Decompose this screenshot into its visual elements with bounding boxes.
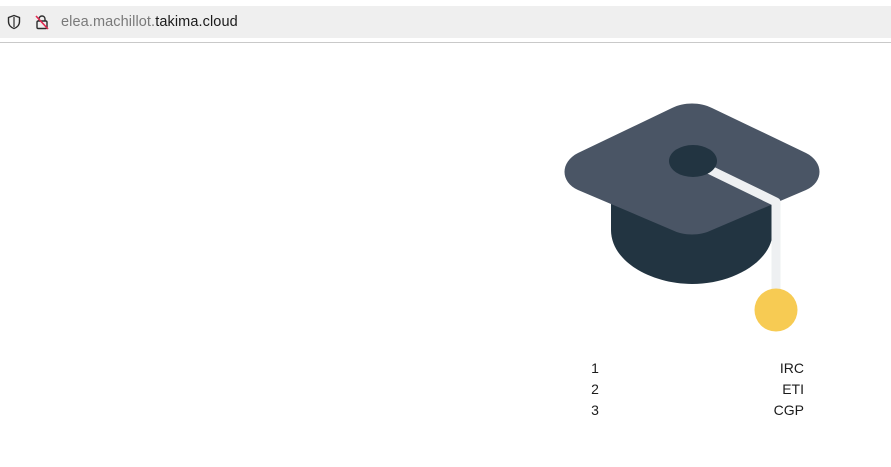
cap-tassel xyxy=(754,288,798,332)
rank-cell: 3 xyxy=(591,402,599,418)
school-cell: ETI xyxy=(782,381,804,397)
address-bar[interactable]: elea.machillot.takima.cloud xyxy=(0,6,891,38)
cap-button xyxy=(669,145,717,177)
school-cell: CGP xyxy=(773,402,804,418)
url-subdomain: elea.machillot. xyxy=(61,14,156,30)
table-row: 3 CGP xyxy=(560,400,830,421)
table-row: 1 IRC xyxy=(560,358,830,379)
url-text[interactable]: elea.machillot.takima.cloud xyxy=(61,14,238,30)
rank-cell: 2 xyxy=(591,381,599,397)
graduation-cap-icon xyxy=(564,103,820,332)
school-cell: IRC xyxy=(779,360,804,376)
lock-slash-icon[interactable] xyxy=(33,13,51,31)
url-domain: takima.cloud xyxy=(155,14,238,30)
rank-cell: 1 xyxy=(591,360,599,376)
table-row: 2 ETI xyxy=(560,379,830,400)
shield-icon[interactable] xyxy=(5,13,23,31)
toolbar-divider xyxy=(0,42,891,43)
school-ranking-table: 1 IRC 2 ETI 3 CGP xyxy=(560,358,830,421)
